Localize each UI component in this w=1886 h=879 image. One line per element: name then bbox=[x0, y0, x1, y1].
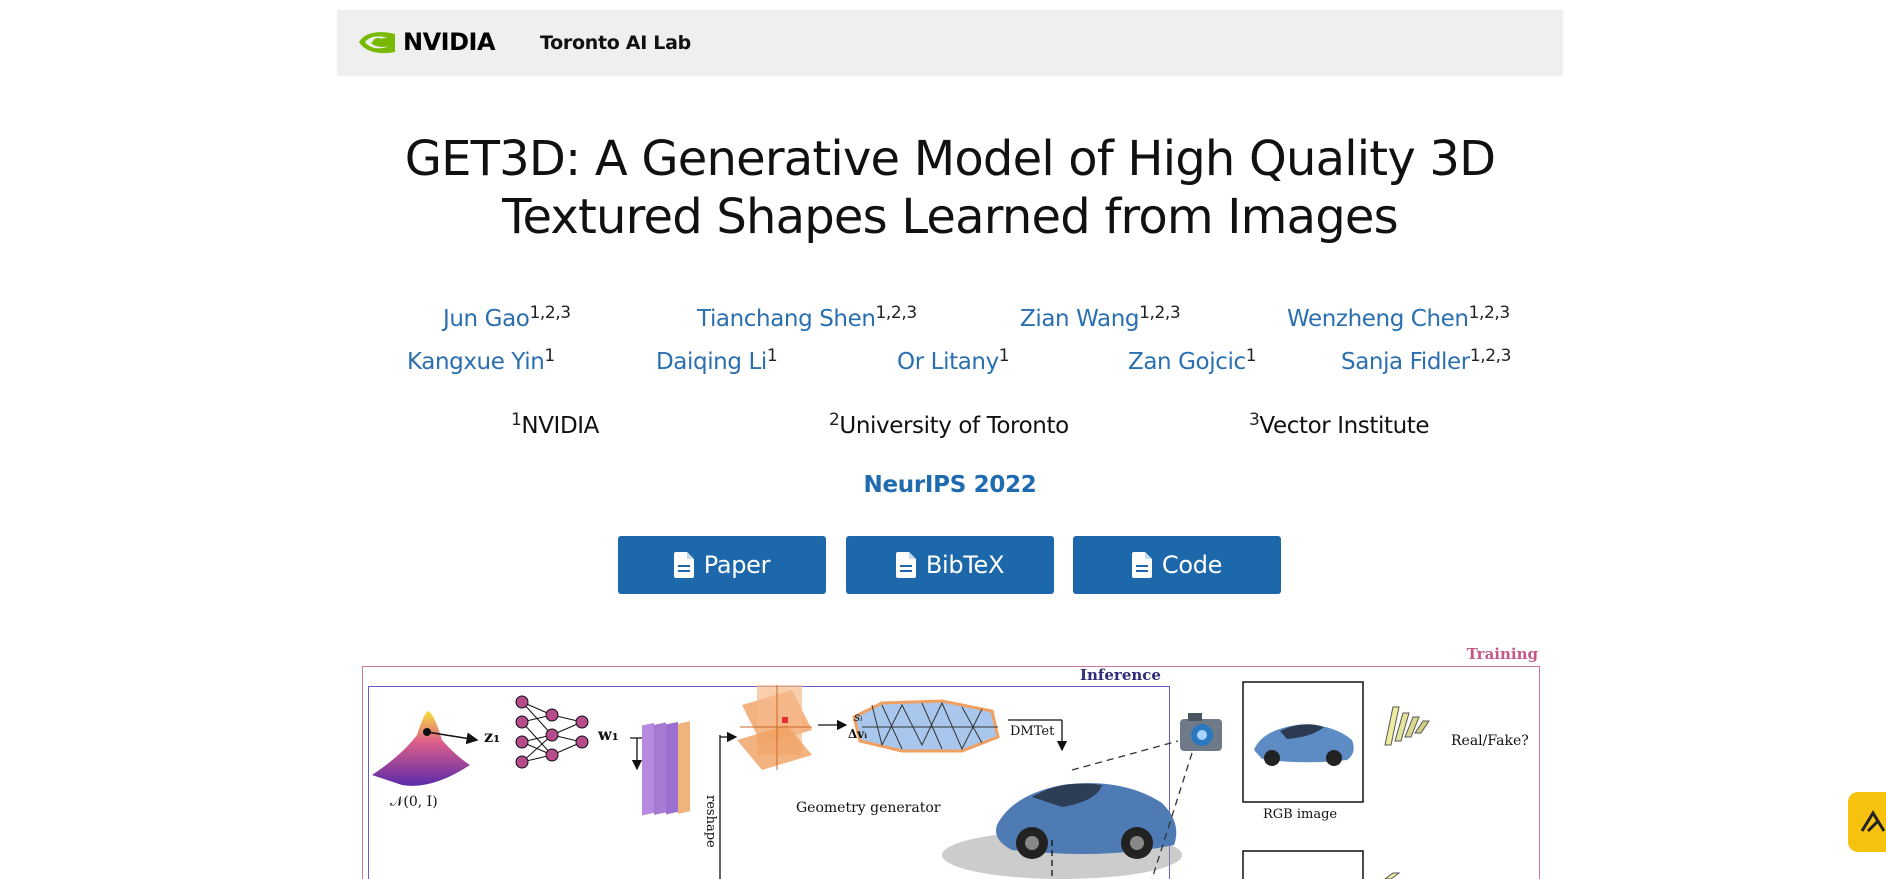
camera-icon bbox=[1180, 713, 1222, 751]
file-icon bbox=[673, 552, 694, 578]
normal-distribution-label: 𝒩(0, I) bbox=[390, 794, 438, 810]
geometry-grid-icon bbox=[737, 685, 812, 770]
z1-label: z₁ bbox=[484, 727, 501, 746]
bibtex-button[interactable]: BibTeX bbox=[846, 536, 1054, 594]
discriminator-icon bbox=[1384, 706, 1430, 879]
page-title: GET3D: A Generative Model of High Qualit… bbox=[404, 131, 1496, 245]
author-link[interactable]: Or Litany1 bbox=[897, 348, 1010, 376]
nvidia-eye-icon bbox=[359, 32, 395, 54]
lab-name-link[interactable]: Toronto AI Lab bbox=[540, 31, 691, 55]
paper-button[interactable]: Paper bbox=[618, 536, 826, 594]
triplane-features-icon bbox=[642, 721, 690, 816]
file-icon bbox=[1131, 552, 1152, 578]
author-link[interactable]: Daiqing Li1 bbox=[656, 348, 778, 376]
author-link[interactable]: Jun Gao1,2,3 bbox=[443, 305, 571, 333]
floating-widget-button[interactable] bbox=[1848, 792, 1886, 852]
affiliation: 3Vector Institute bbox=[1249, 410, 1430, 440]
reshape-label: reshape bbox=[703, 795, 718, 848]
author-link[interactable]: Sanja Fidler1,2,3 bbox=[1341, 348, 1511, 376]
file-icon bbox=[895, 552, 916, 578]
author-link[interactable]: Wenzheng Chen1,2,3 bbox=[1287, 305, 1510, 333]
code-button[interactable]: Code bbox=[1073, 536, 1281, 594]
rgb-image-label: RGB image bbox=[1263, 807, 1338, 822]
widget-logo-icon bbox=[1860, 810, 1886, 833]
deformed-mesh-icon bbox=[852, 699, 1000, 753]
author-link[interactable]: Zan Gojcic1 bbox=[1128, 348, 1257, 376]
affiliation: 2University of Toronto bbox=[829, 410, 1069, 440]
mapping-network-icon bbox=[515, 695, 589, 769]
author-link[interactable]: Tianchang Shen1,2,3 bbox=[697, 305, 917, 333]
top-navbar: NVIDIA Toronto AI Lab bbox=[337, 10, 1563, 76]
geometry-generator-label: Geometry generator bbox=[796, 800, 941, 816]
real-fake-label: Real/Fake? bbox=[1451, 733, 1529, 749]
nvidia-wordmark: NVIDIA bbox=[403, 28, 496, 56]
delta-v-label: Δvᵢ bbox=[848, 727, 868, 741]
author-link[interactable]: Zian Wang1,2,3 bbox=[1020, 305, 1181, 333]
textured-car-icon bbox=[942, 783, 1182, 879]
pipeline-figure: Training Inference 𝒩(0, I) z₁ w₁ reshape… bbox=[362, 645, 1540, 879]
gaussian-surface-icon bbox=[372, 711, 470, 786]
affiliation: 1NVIDIA bbox=[511, 410, 599, 440]
dmtet-label: DMTet bbox=[1010, 724, 1055, 739]
w1-label: w₁ bbox=[598, 725, 619, 744]
nvidia-logo[interactable]: NVIDIA bbox=[357, 27, 496, 57]
si-label: sᵢ bbox=[854, 710, 863, 724]
author-link[interactable]: Kangxue Yin1 bbox=[407, 348, 555, 376]
venue-label: NeurIPS 2022 bbox=[863, 472, 1037, 498]
pipeline-diagram-graphics bbox=[372, 681, 1430, 879]
